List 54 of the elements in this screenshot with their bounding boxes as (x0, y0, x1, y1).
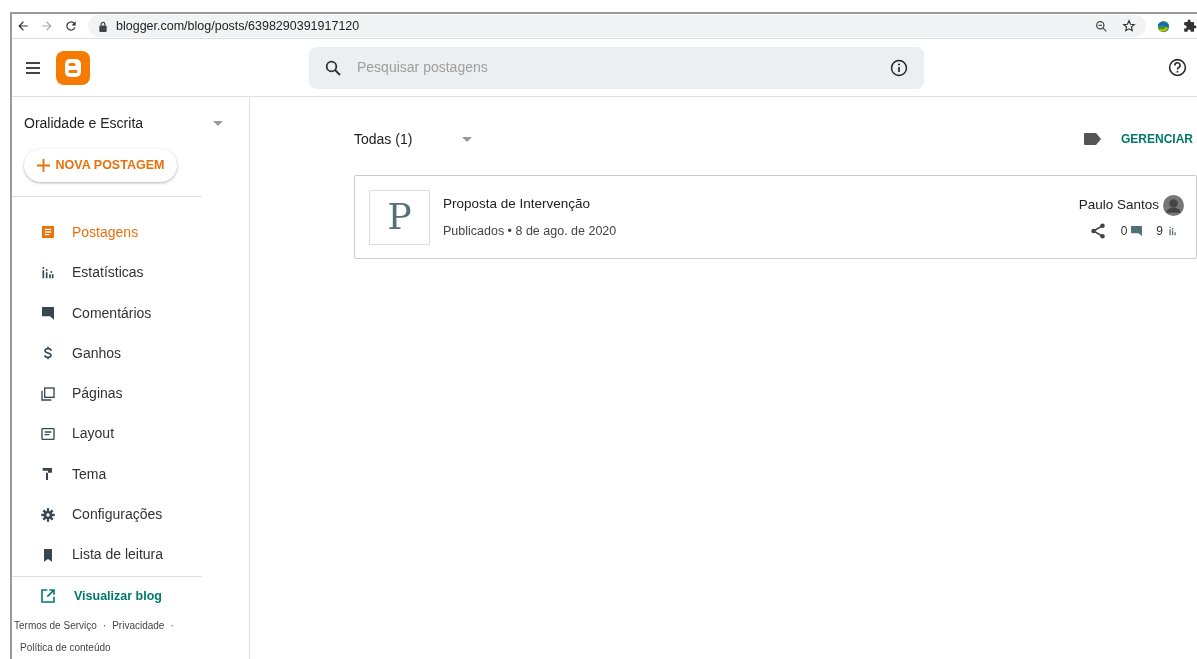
post-status: Publicados • 8 de ago. de 2020 (443, 223, 617, 241)
share-icon[interactable] (1088, 221, 1107, 240)
bar-chart-icon (1168, 225, 1178, 236)
dropdown-caret-icon[interactable] (213, 120, 223, 126)
info-icon[interactable] (890, 58, 908, 77)
nav-item[interactable]: Ganhos (12, 333, 249, 374)
reload-icon[interactable] (64, 19, 78, 34)
separator-dot: · (169, 619, 175, 633)
footer-link[interactable]: Privacidade (112, 615, 165, 637)
search-field[interactable]: Pesquisar postagens (309, 46, 924, 89)
comment-icon (40, 305, 56, 322)
manage-button[interactable]: GERENCIAR (1121, 130, 1193, 149)
comment-icon (1131, 225, 1143, 236)
post-title[interactable]: Proposta de Intervenção (443, 193, 617, 215)
logo-icon[interactable] (56, 50, 90, 85)
post-card[interactable]: P Proposta de Intervenção Publicados • 8 de ago. de 2020 Paulo Santos 0 9 (354, 175, 1197, 260)
view-count: 9 (1156, 222, 1163, 240)
view-blog-link[interactable]: Visualizar blog (12, 577, 249, 615)
nav-item[interactable]: Lista de leitura (12, 534, 249, 575)
bar-chart-icon (40, 264, 56, 281)
plus-icon (36, 159, 50, 173)
layout-icon (40, 425, 56, 442)
label-icon[interactable] (1084, 133, 1101, 146)
post-thumbnail: P (369, 189, 430, 245)
help-icon[interactable] (1168, 58, 1187, 78)
footer-link[interactable]: Termos de Serviço (14, 615, 97, 637)
author-name: Paulo Santos (1078, 196, 1159, 215)
nav-item[interactable]: Estatísticas (12, 252, 249, 293)
footer-link[interactable]: Política de conteúdo (14, 637, 202, 659)
pages-icon (40, 385, 56, 402)
settings-icon (40, 506, 56, 523)
star-icon[interactable] (1122, 19, 1136, 34)
nav-item[interactable]: Comentários (12, 292, 249, 334)
extension-icon[interactable] (1156, 18, 1171, 34)
document-icon (40, 224, 56, 241)
zoom-icon[interactable] (1095, 19, 1108, 33)
blog-selector[interactable]: Oralidade e Escrita (24, 112, 213, 134)
lock-icon (98, 20, 108, 32)
filter-dropdown[interactable]: Todas (1) (354, 128, 413, 150)
dropdown-caret-icon[interactable] (462, 136, 473, 142)
search-icon (325, 59, 341, 76)
nav-item[interactable]: Configurações (12, 494, 249, 535)
comment-count: 0 (1120, 222, 1128, 240)
nav-item[interactable]: Páginas (12, 373, 249, 414)
separator-dot: · (101, 619, 108, 633)
url-text: blogger.com/blog/posts/6398290391917120 (116, 17, 360, 35)
nav-item[interactable]: Layout (12, 413, 249, 455)
address-bar[interactable]: blogger.com/blog/posts/6398290391917120 (88, 15, 1146, 38)
menu-icon[interactable] (25, 60, 41, 75)
nav-item[interactable]: Tema (12, 454, 249, 495)
puzzle-icon[interactable] (1183, 19, 1197, 34)
search-input[interactable]: Pesquisar postagens (357, 57, 890, 79)
open-external-icon (40, 588, 56, 604)
avatar-icon (1163, 194, 1184, 216)
